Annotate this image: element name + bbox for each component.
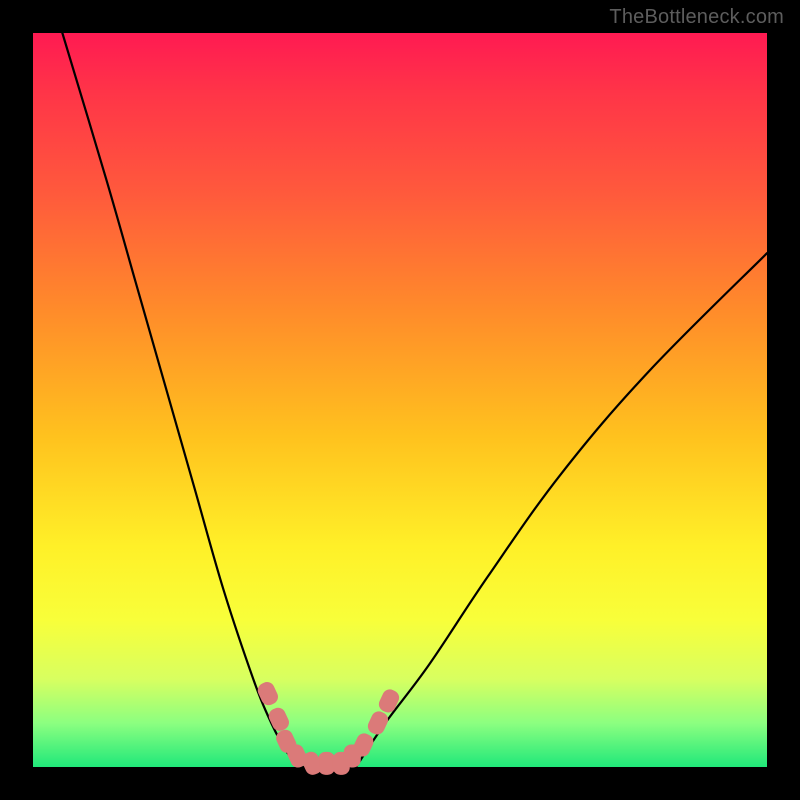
marker-group <box>256 680 401 776</box>
data-marker <box>256 680 280 707</box>
plot-area <box>33 33 767 767</box>
data-marker <box>377 688 401 715</box>
data-marker <box>319 752 335 774</box>
curve-layer <box>33 33 767 767</box>
curve-right-branch <box>356 253 767 767</box>
chart-frame: TheBottleneck.com <box>0 0 800 800</box>
curve-left-branch <box>62 33 297 767</box>
data-marker <box>267 706 291 733</box>
data-marker <box>366 710 390 737</box>
watermark-text: TheBottleneck.com <box>609 6 784 29</box>
